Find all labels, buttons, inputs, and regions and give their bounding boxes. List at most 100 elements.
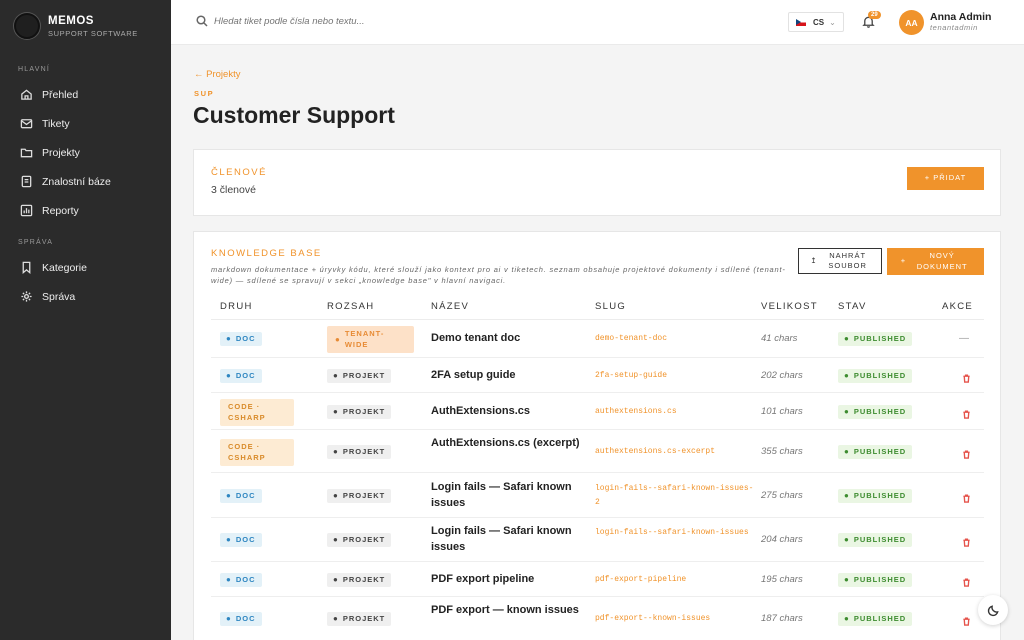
- scope-badge: ● PROJEKT: [327, 405, 392, 419]
- dot-icon: ●: [333, 614, 339, 624]
- table-row[interactable]: CODE · CSHARP ● PROJEKT AuthExtensions.cs (…: [211, 430, 984, 473]
- trash-icon: [962, 538, 970, 547]
- table-row[interactable]: ● DOC ● PROJEKT PDF export — known issues pdf…: [211, 597, 984, 640]
- plus-icon: +: [900, 256, 907, 266]
- doc-name[interactable]: PDF export — known issues: [431, 603, 586, 619]
- delete-button[interactable]: [959, 613, 973, 631]
- column-header[interactable]: STAV: [838, 301, 867, 312]
- add-member-button[interactable]: + PŘIDAT: [907, 167, 984, 190]
- language-select[interactable]: CS ⌄: [788, 12, 844, 32]
- kind-badge: CODE · CSHARP: [220, 399, 294, 426]
- home-icon: [21, 89, 32, 100]
- search-input[interactable]: [214, 15, 514, 27]
- kind-badge: ● DOC: [220, 573, 262, 587]
- scope-label: PROJEKT: [342, 574, 386, 584]
- column-header[interactable]: VELIKOST: [761, 301, 818, 312]
- kind-label: CODE · CSHARP: [228, 442, 266, 462]
- brand-subtitle: SUPPORT SOFTWARE: [48, 28, 138, 38]
- sidebar-item-sprava[interactable]: Správa: [0, 282, 171, 311]
- scope-badge: ● PROJEKT: [327, 369, 392, 383]
- book-icon: [21, 175, 32, 188]
- delete-button[interactable]: [959, 370, 973, 388]
- status-label: PUBLISHED: [853, 370, 907, 380]
- dot-icon: ●: [226, 614, 232, 624]
- main-content: ← Projekty SUP Customer Support ČLENOVÉ …: [171, 45, 1024, 640]
- dot-icon: ●: [226, 535, 232, 545]
- status-badge: ● PUBLISHED: [838, 533, 913, 547]
- doc-size: 195 chars: [761, 574, 803, 585]
- doc-name[interactable]: AuthExtensions.cs: [431, 404, 586, 420]
- doc-name[interactable]: Demo tenant doc: [431, 331, 586, 347]
- kind-label: DOC: [235, 490, 256, 500]
- table-row[interactable]: ● DOC ● PROJEKT Login fails — Safari known i…: [211, 473, 984, 518]
- sidebar-item-label: Správa: [42, 290, 76, 303]
- column-header[interactable]: AKCE: [942, 301, 973, 312]
- scope-badge: ● PROJEKT: [327, 445, 392, 459]
- sidebar-item-reporty[interactable]: Reporty: [0, 196, 171, 225]
- notifications-button[interactable]: 29: [862, 11, 881, 29]
- delete-button[interactable]: [959, 406, 973, 424]
- scope-label: PROJEKT: [342, 370, 386, 380]
- kind-badge: ● DOC: [220, 369, 262, 383]
- column-header[interactable]: SLUG: [595, 301, 626, 312]
- kb-table-body: ● DOC ● TENANT-WIDE Demo tenant doc demo-tena…: [211, 320, 984, 640]
- column-header[interactable]: DRUH: [220, 301, 253, 312]
- gear-icon: [21, 291, 32, 302]
- doc-name[interactable]: Login fails — Safari known issues: [431, 480, 586, 512]
- sidebar-item-kategorie[interactable]: Kategorie: [0, 253, 171, 282]
- dot-icon: ●: [333, 447, 339, 457]
- scope-label: PROJEKT: [342, 446, 386, 456]
- status-label: PUBLISHED: [853, 333, 907, 343]
- sidebar-item-znalostni-baze[interactable]: Znalostní báze: [0, 167, 171, 196]
- scope-badge: ● PROJEKT: [327, 612, 392, 626]
- no-action: —: [959, 333, 969, 344]
- theme-toggle-button[interactable]: [978, 595, 1008, 625]
- new-document-button[interactable]: + NOVÝ DOKUMENT: [887, 248, 984, 275]
- trash-icon: [962, 617, 970, 626]
- sidebar-item-projekty[interactable]: Projekty: [0, 138, 171, 167]
- moon-icon: [987, 604, 999, 616]
- kind-badge: ● DOC: [220, 533, 262, 547]
- dot-icon: ●: [333, 407, 339, 417]
- avatar[interactable]: AA: [899, 10, 924, 35]
- status-label: PUBLISHED: [853, 574, 907, 584]
- back-link[interactable]: ← Projekty: [194, 69, 240, 80]
- dot-icon: ●: [333, 491, 339, 501]
- doc-name[interactable]: AuthExtensions.cs (excerpt): [431, 436, 586, 452]
- delete-button[interactable]: [959, 490, 973, 508]
- doc-name[interactable]: Login fails — Safari known issues: [431, 524, 586, 556]
- status-badge: ● PUBLISHED: [838, 445, 913, 459]
- doc-name[interactable]: PDF export pipeline: [431, 572, 586, 588]
- brand[interactable]: MEMOS SUPPORT SOFTWARE: [0, 0, 171, 52]
- table-row[interactable]: ● DOC ● PROJEKT Login fails — Safari known i…: [211, 518, 984, 562]
- sidebar-item-prehled[interactable]: Přehled: [0, 80, 171, 109]
- dot-icon: ●: [844, 535, 850, 545]
- sidebar-item-label: Kategorie: [42, 261, 87, 274]
- sidebar-item-tikety[interactable]: Tikety: [0, 109, 171, 138]
- section-label-admin: SPRÁVA: [18, 239, 54, 246]
- table-row[interactable]: ● DOC ● TENANT-WIDE Demo tenant doc demo-tena…: [211, 320, 984, 358]
- table-row[interactable]: CODE · CSHARP ● PROJEKT AuthExtensions.cs au…: [211, 393, 984, 430]
- column-header[interactable]: NÁZEV: [431, 301, 469, 312]
- doc-name[interactable]: 2FA setup guide: [431, 368, 586, 384]
- status-badge: ● PUBLISHED: [838, 369, 913, 383]
- upload-file-button[interactable]: ↥ NAHRÁT SOUBOR: [798, 248, 882, 274]
- status-badge: ● PUBLISHED: [838, 332, 913, 346]
- user-name[interactable]: Anna Admin: [930, 11, 991, 23]
- status-badge: ● PUBLISHED: [838, 573, 913, 587]
- delete-button[interactable]: [959, 574, 973, 592]
- chart-icon: [20, 204, 33, 217]
- search-box[interactable]: [196, 15, 514, 27]
- status-label: PUBLISHED: [853, 534, 907, 544]
- dot-icon: ●: [333, 371, 339, 381]
- delete-button[interactable]: [959, 446, 973, 464]
- search-icon: [196, 15, 208, 27]
- table-row[interactable]: ● DOC ● PROJEKT 2FA setup guide 2fa-setup-gui…: [211, 358, 984, 393]
- status-badge: ● PUBLISHED: [838, 405, 913, 419]
- sidebar-item-label: Znalostní báze: [42, 175, 111, 188]
- table-row[interactable]: ● DOC ● PROJEKT PDF export pipeline pdf-expor…: [211, 562, 984, 597]
- members-card: ČLENOVÉ 3 členové + PŘIDAT: [193, 149, 1001, 216]
- delete-button[interactable]: [959, 534, 973, 552]
- column-header[interactable]: ROZSAH: [327, 301, 374, 312]
- scope-badge: ● TENANT-WIDE: [327, 326, 414, 353]
